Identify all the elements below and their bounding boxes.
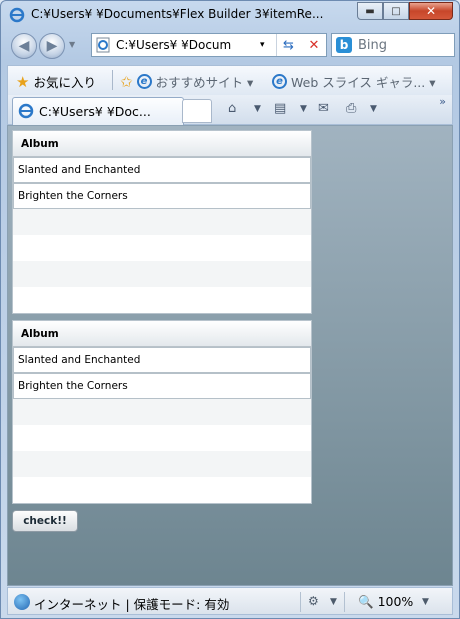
search-provider-label: Bing <box>358 38 388 53</box>
forward-arrow-icon: ▶ <box>46 38 58 54</box>
tab-active[interactable]: C:¥Users¥ ¥Doc... <box>12 97 184 125</box>
check-button[interactable]: check!! <box>12 510 78 532</box>
album-datagrid[interactable]: Album Slanted and Enchanted Brighten the… <box>12 320 312 504</box>
column-header-album[interactable]: Album <box>13 321 311 347</box>
feeds-dropdown-icon[interactable]: ▼ <box>300 104 307 114</box>
print-icon[interactable]: ⎙ <box>346 101 356 116</box>
ie-icon <box>9 7 25 23</box>
favorites-star-icon: ★ <box>16 72 30 91</box>
suggested-sites-label: おすすめサイト ▾ <box>155 75 254 90</box>
home-dropdown-icon[interactable]: ▼ <box>254 104 261 114</box>
stop-icon[interactable]: ✕ <box>302 34 326 56</box>
recent-pages-dropdown-icon[interactable]: ▼ <box>69 40 75 49</box>
title-bar: C:¥Users¥ ¥Documents¥Flex Builder 3¥item… <box>1 1 459 29</box>
empty-row <box>13 235 311 261</box>
empty-row <box>13 287 311 313</box>
search-box[interactable]: b Bing <box>331 33 455 57</box>
ie-icon: e <box>136 74 152 89</box>
status-bar: インターネット | 保護モード: 有効 ⚙ ▼ 🔍 100% ▼ <box>7 587 453 615</box>
print-dropdown-icon[interactable]: ▼ <box>370 104 377 114</box>
page-icon <box>95 37 111 53</box>
divider <box>112 70 113 90</box>
navigation-bar: ◀ ▶ ▼ C:¥Users¥ ¥Docum ▾ ⇆ ✕ b Bing <box>1 29 459 63</box>
column-header-album[interactable]: Album <box>13 131 311 157</box>
album-datagrid[interactable]: Album Slanted and Enchanted Brighten the… <box>12 130 312 314</box>
settings-icon[interactable]: ⚙ <box>308 594 319 608</box>
add-favorite-icon: ✩ <box>120 72 133 91</box>
feeds-icon[interactable]: ▤ <box>274 101 286 116</box>
ie-icon: e <box>272 74 287 89</box>
empty-row <box>13 209 311 235</box>
address-dropdown-icon[interactable]: ▾ <box>260 40 265 50</box>
ie-icon <box>18 103 34 122</box>
address-bar[interactable]: C:¥Users¥ ¥Docum ▾ ⇆ ✕ <box>91 33 327 57</box>
home-icon[interactable]: ⌂ <box>228 101 236 116</box>
close-button[interactable]: ✕ <box>409 2 453 20</box>
zoom-icon: 🔍 <box>358 594 374 609</box>
zoom-control[interactable]: 🔍 100% <box>358 594 413 610</box>
table-row[interactable]: Brighten the Corners <box>13 373 311 399</box>
favorites-bar: ★ お気に入り ✩ e おすすめサイト ▾ e Web スライス ギャラ... … <box>7 65 453 95</box>
refresh-icon[interactable]: ⇆ <box>276 34 300 56</box>
back-button[interactable]: ◀ <box>11 33 37 59</box>
empty-row <box>13 261 311 287</box>
empty-row <box>13 425 311 451</box>
maximize-button[interactable]: □ <box>383 2 409 20</box>
security-zone-text[interactable]: インターネット | 保護モード: 有効 <box>34 594 229 613</box>
web-slice-gallery-label: Web スライス ギャラ... ▾ <box>291 75 436 90</box>
tab-label: C:¥Users¥ ¥Doc... <box>39 104 151 119</box>
zoom-dropdown-icon[interactable]: ▼ <box>422 597 429 607</box>
bing-icon: b <box>336 37 352 53</box>
zoom-level: 100% <box>377 594 414 609</box>
table-row[interactable]: Brighten the Corners <box>13 183 311 209</box>
toolbar-overflow-icon[interactable]: » <box>439 95 446 108</box>
minimize-button[interactable]: ▬ <box>357 2 383 20</box>
table-row[interactable]: Slanted and Enchanted <box>13 157 311 183</box>
web-slice-gallery-button[interactable]: e Web スライス ギャラ... ▾ <box>272 72 436 91</box>
forward-button[interactable]: ▶ <box>39 33 65 59</box>
caption-buttons: ▬ □ ✕ <box>357 2 453 20</box>
favorites-label: お気に入り <box>33 75 96 90</box>
mail-icon[interactable]: ✉ <box>318 101 329 116</box>
empty-row <box>13 399 311 425</box>
back-arrow-icon: ◀ <box>18 38 30 54</box>
favorites-button[interactable]: ★ お気に入り <box>16 72 96 91</box>
suggested-sites-button[interactable]: ✩ e おすすめサイト ▾ <box>120 72 253 91</box>
divider <box>300 592 301 612</box>
table-row[interactable]: Slanted and Enchanted <box>13 347 311 373</box>
new-tab-button[interactable] <box>182 99 212 123</box>
empty-row <box>13 451 311 477</box>
divider <box>344 592 345 612</box>
tab-bar: C:¥Users¥ ¥Doc... ⌂ ▼ ▤ ▼ ✉ ⎙ ▼ » <box>7 95 453 125</box>
address-input[interactable]: C:¥Users¥ ¥Docum <box>116 38 266 52</box>
empty-row <box>13 477 311 503</box>
browser-window: C:¥Users¥ ¥Documents¥Flex Builder 3¥item… <box>0 0 460 619</box>
page-content: Album Slanted and Enchanted Brighten the… <box>7 125 453 586</box>
window-title: C:¥Users¥ ¥Documents¥Flex Builder 3¥item… <box>31 7 324 21</box>
settings-dropdown-icon[interactable]: ▼ <box>330 597 337 607</box>
globe-icon <box>14 594 30 610</box>
